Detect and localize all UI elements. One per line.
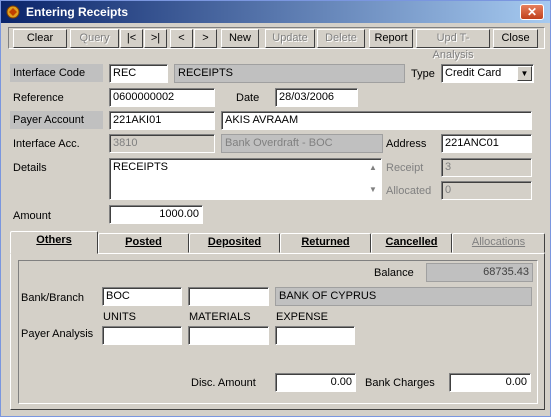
tab-deposited-label: Deposited xyxy=(207,236,262,248)
interface-code-label: Interface Code xyxy=(10,64,103,82)
materials-field[interactable] xyxy=(188,326,269,345)
branch-code-field[interactable] xyxy=(188,287,269,306)
details-label: Details xyxy=(13,162,47,174)
amount-label: Amount xyxy=(13,210,51,222)
reference-field[interactable]: 0600000002 xyxy=(109,88,215,107)
tab-returned[interactable]: Returned xyxy=(280,233,371,253)
new-button[interactable]: New xyxy=(221,29,259,48)
interface-acc-field: 3810 xyxy=(109,134,215,153)
tab-returned-label: Returned xyxy=(301,236,350,248)
report-button[interactable]: Report xyxy=(369,29,413,48)
address-field[interactable]: 221ANC01 xyxy=(441,134,532,153)
tab-strip: Others Posted Deposited Returned Cancell… xyxy=(10,231,545,254)
clear-button[interactable]: Clear xyxy=(13,29,67,48)
type-label: Type xyxy=(411,68,435,80)
interface-acc-name-field: Bank Overdraft - BOC xyxy=(221,134,383,153)
window-title: Entering Receipts xyxy=(26,5,129,19)
previous-record-button[interactable]: < xyxy=(170,29,193,48)
type-select[interactable]: Credit Card ▼ xyxy=(441,64,534,83)
scroll-up-icon[interactable]: ▲ xyxy=(366,160,380,176)
tab-posted-label: Posted xyxy=(125,236,162,248)
details-text: RECEIPTS xyxy=(113,161,169,173)
disc-amount-label: Disc. Amount xyxy=(191,377,256,389)
bank-name-field: BANK OF CYPRUS xyxy=(275,287,532,306)
close-button[interactable]: Close xyxy=(493,29,538,48)
balance-label: Balance xyxy=(374,267,414,279)
tab-cancelled-label: Cancelled xyxy=(385,236,438,248)
receipt-field: 3 xyxy=(441,158,532,177)
allocated-field: 0 xyxy=(441,181,532,200)
last-record-button[interactable]: >| xyxy=(144,29,167,48)
tab-allocations[interactable]: Allocations xyxy=(452,233,545,253)
toolbar: Clear Query |< >| < > New Update Delete … xyxy=(8,27,545,61)
entering-receipts-window: Entering Receipts ✕ Clear Query |< >| < … xyxy=(0,0,551,417)
expense-label: EXPENSE xyxy=(276,311,328,323)
tab-cancelled[interactable]: Cancelled xyxy=(371,233,452,253)
allocated-label: Allocated xyxy=(386,185,432,197)
bank-charges-field[interactable]: 0.00 xyxy=(449,373,531,392)
reference-label: Reference xyxy=(13,92,64,104)
tab-posted[interactable]: Posted xyxy=(98,233,189,253)
next-record-button[interactable]: > xyxy=(194,29,217,48)
amount-field[interactable]: 1000.00 xyxy=(109,205,203,224)
window-close-button[interactable]: ✕ xyxy=(520,4,544,20)
expense-field[interactable] xyxy=(275,326,355,345)
units-label: UNITS xyxy=(103,311,136,323)
balance-field: 68735.43 xyxy=(426,263,533,282)
update-button[interactable]: Update xyxy=(265,29,315,48)
bank-charges-label: Bank Charges xyxy=(365,377,435,389)
delete-button[interactable]: Delete xyxy=(317,29,365,48)
materials-label: MATERIALS xyxy=(189,311,251,323)
chevron-down-icon[interactable]: ▼ xyxy=(517,66,532,81)
disc-amount-field[interactable]: 0.00 xyxy=(275,373,356,392)
app-icon xyxy=(6,5,20,19)
scroll-down-icon[interactable]: ▼ xyxy=(366,182,380,198)
tab-others-label: Others xyxy=(36,234,72,246)
details-textarea[interactable]: RECEIPTS ▲ ▼ xyxy=(109,158,382,200)
tab-deposited[interactable]: Deposited xyxy=(189,233,280,253)
tab-others[interactable]: Others xyxy=(10,231,98,254)
tab-allocations-label: Allocations xyxy=(471,236,526,248)
address-label: Address xyxy=(386,138,427,150)
payer-analysis-label: Payer Analysis xyxy=(21,328,94,340)
payer-account-label: Payer Account xyxy=(10,111,103,129)
first-record-button[interactable]: |< xyxy=(120,29,143,48)
interface-code-field[interactable]: REC xyxy=(109,64,168,83)
units-field[interactable] xyxy=(102,326,182,345)
bank-code-field[interactable]: BOC xyxy=(102,287,182,306)
title-bar[interactable]: Entering Receipts ✕ xyxy=(1,1,550,23)
interface-acc-label: Interface Acc. xyxy=(13,138,80,150)
upd-t-analysis-button[interactable]: Upd T-Analysis xyxy=(416,29,490,61)
receipt-label: Receipt xyxy=(386,162,424,174)
payer-name-field[interactable]: AKIS AVRAAM xyxy=(221,111,532,130)
date-field[interactable]: 28/03/2006 xyxy=(275,88,358,107)
date-label: Date xyxy=(236,92,260,104)
payer-account-field[interactable]: 221AKI01 xyxy=(109,111,215,130)
query-button[interactable]: Query xyxy=(70,29,119,48)
interface-name-field: RECEIPTS xyxy=(174,64,405,83)
type-select-value: Credit Card xyxy=(445,67,502,79)
bank-branch-label: Bank/Branch xyxy=(21,292,84,304)
